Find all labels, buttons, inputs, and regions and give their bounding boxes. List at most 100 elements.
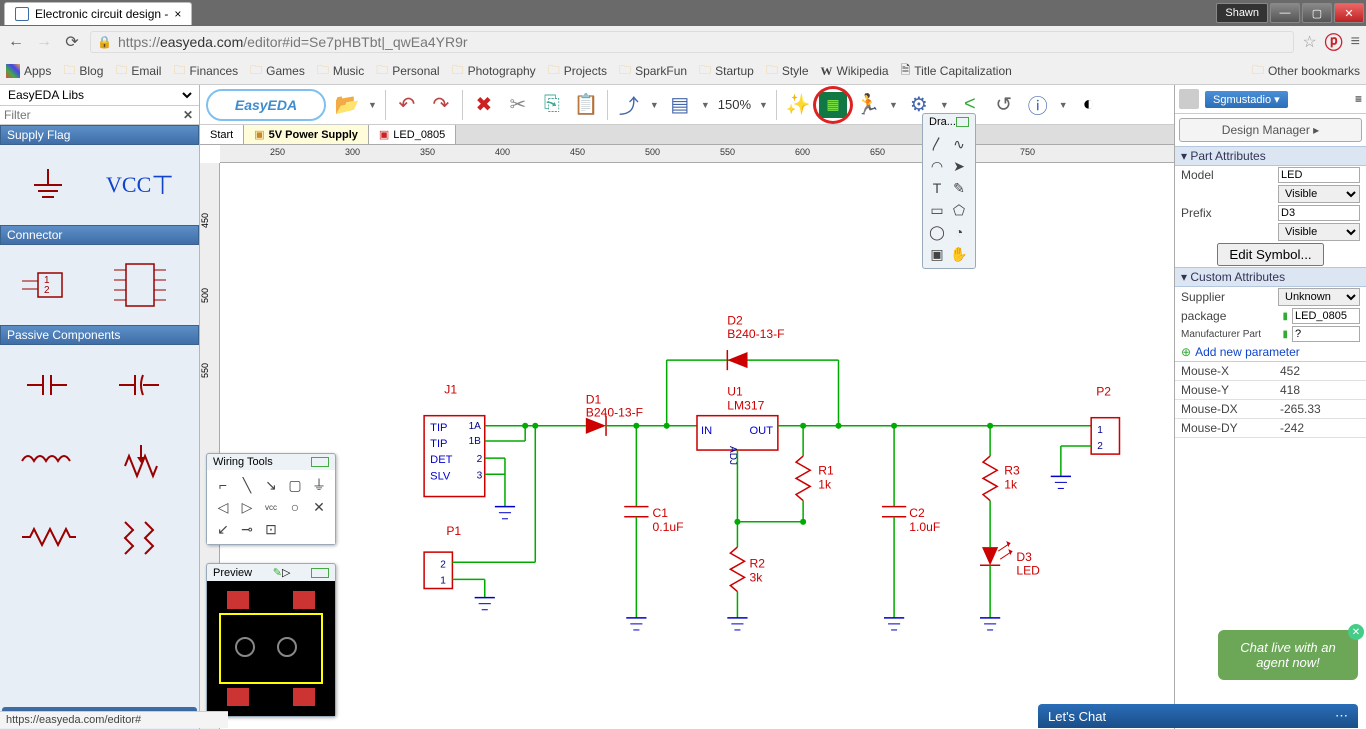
filter-clear-icon[interactable]: ✕	[177, 108, 199, 122]
image-tool[interactable]: ▣	[926, 243, 948, 265]
component-pot[interactable]	[96, 425, 184, 497]
component-inductor[interactable]	[4, 425, 92, 497]
wizard-icon[interactable]: ✨	[785, 92, 811, 118]
component-polcap[interactable]	[96, 349, 184, 421]
junction-tool[interactable]: ○	[283, 496, 307, 518]
wire-tool[interactable]: ⌐	[211, 474, 235, 496]
menu-icon[interactable]: ≡	[1355, 92, 1362, 106]
pin-tool[interactable]: ⊸	[235, 518, 259, 540]
contrast-icon[interactable]: ◐	[1076, 92, 1102, 118]
component-conn2[interactable]: 12	[4, 249, 92, 321]
window-maximize-button[interactable]: ▢	[1302, 3, 1332, 23]
history-icon[interactable]: ↺	[991, 92, 1017, 118]
vcc-tool[interactable]: vcc	[259, 496, 283, 518]
delete-icon[interactable]: ✖	[471, 92, 497, 118]
filter-input[interactable]	[0, 106, 177, 124]
component-vcc[interactable]: VCC⊤	[96, 149, 184, 221]
easyeda-logo[interactable]: EasyEDA	[206, 89, 326, 121]
ellipse-tool[interactable]: ◯	[926, 221, 948, 243]
bookmark-apps[interactable]: Apps	[6, 64, 51, 78]
wiring-tools-panel[interactable]: Wiring Tools ⌐ ╲ ↘ ▢ ⏚ ◁ ▷ vcc ○ ✕ ↙ ⊸ ⊡	[206, 453, 336, 545]
tab-led0805[interactable]: ▣LED_0805	[369, 125, 456, 144]
arrow-tool[interactable]: ➤	[948, 155, 970, 177]
edit-symbol-button[interactable]: Edit Symbol...	[1217, 243, 1323, 266]
pinterest-icon[interactable]: ⓟ	[1325, 29, 1343, 55]
bookmark-other[interactable]: 🗀Other bookmarks	[1252, 61, 1360, 82]
component-res[interactable]	[4, 501, 92, 573]
bookmark-folder[interactable]: 🗀Projects	[548, 61, 607, 82]
pcb-icon[interactable]: ▦	[819, 92, 847, 118]
address-bar[interactable]: 🔒 https://easyeda.com/editor#id=Se7pHBTb…	[90, 31, 1294, 53]
libs-header[interactable]: EasyEDA Libs	[0, 85, 199, 106]
copy-icon[interactable]: ⎘	[539, 92, 565, 118]
probe-tool[interactable]: ↙	[211, 518, 235, 540]
bus-tool[interactable]: ╲	[235, 474, 259, 496]
model-visibility-select[interactable]: Visible	[1278, 185, 1360, 203]
info-icon[interactable]: ⓘ	[1025, 92, 1051, 118]
bookmark-folder[interactable]: 🗀Photography	[452, 61, 536, 82]
chat-bubble[interactable]: Chat live with an agent now! ✕	[1218, 630, 1358, 680]
run-icon[interactable]: 🏃	[855, 92, 881, 118]
pan-tool[interactable]: ✋	[948, 243, 970, 265]
browser-tab[interactable]: Electronic circuit design - ×	[4, 2, 192, 25]
bookmark-star-icon[interactable]: ☆	[1302, 32, 1316, 52]
arrow-tool[interactable]: ◁	[211, 496, 235, 518]
curve-tool[interactable]: ∿	[948, 133, 970, 155]
place-icon[interactable]: ▷	[282, 566, 290, 579]
reload-button[interactable]: ⟳	[62, 32, 82, 52]
browser-menu-button[interactable]: ≡	[1351, 33, 1360, 51]
bookmark-folder[interactable]: 🗀Blog	[63, 61, 103, 82]
port-tool[interactable]: ▷	[235, 496, 259, 518]
tab-close-icon[interactable]: ×	[174, 7, 181, 21]
tab-power-supply[interactable]: ▣5V Power Supply	[244, 125, 369, 144]
bookmark-folder[interactable]: 🗀Music	[317, 61, 364, 82]
align-icon[interactable]: ▤	[667, 92, 693, 118]
bookmark-folder[interactable]: 🗀Finances	[173, 61, 238, 82]
section-supply-flag[interactable]: Supply Flag	[0, 125, 199, 145]
window-minimize-button[interactable]: —	[1270, 3, 1300, 23]
add-parameter-link[interactable]: ⊕Add new parameter	[1175, 343, 1366, 361]
bookmark-item[interactable]: WWikipedia	[821, 64, 889, 79]
freehand-tool[interactable]: ✎	[948, 177, 970, 199]
component-gnd[interactable]	[4, 149, 92, 221]
chat-menu-icon[interactable]: ⋯	[1335, 708, 1348, 724]
drawing-tools-panel[interactable]: Dra... 〳 ∿ ◠ ➤ T ✎ ▭ ⬠ ◯ ◔ ▣ ✋	[922, 113, 976, 269]
forward-button[interactable]: →	[34, 32, 54, 52]
component-res2[interactable]	[96, 501, 184, 573]
busentry-tool[interactable]: ↘	[259, 474, 283, 496]
bookmark-folder[interactable]: 🗀Style	[766, 61, 809, 82]
bookmark-folder[interactable]: 🗀Personal	[376, 61, 439, 82]
section-passive[interactable]: Passive Components	[0, 325, 199, 345]
group-tool[interactable]: ⊡	[259, 518, 283, 540]
zoom-label[interactable]: 150%	[718, 97, 751, 112]
pie-tool[interactable]: ◔	[948, 221, 970, 243]
tab-start[interactable]: Start	[200, 125, 244, 144]
arc-tool[interactable]: ◠	[926, 155, 948, 177]
bookmark-folder[interactable]: 🗀SparkFun	[619, 61, 687, 82]
section-connector[interactable]: Connector	[0, 225, 199, 245]
libs-select[interactable]: EasyEDA Libs	[4, 87, 195, 103]
model-input[interactable]	[1278, 167, 1360, 183]
user-menu[interactable]: Sgmustadio ▾	[1205, 91, 1288, 108]
back-button[interactable]: ←	[6, 32, 26, 52]
mfr-input[interactable]	[1292, 326, 1360, 342]
window-close-button[interactable]: ✕	[1334, 3, 1364, 23]
bookmark-item[interactable]: 🗎Title Capitalization	[901, 61, 1012, 82]
gnd-tool[interactable]: ⏚	[307, 474, 331, 496]
component-conn8[interactable]	[96, 249, 184, 321]
netlabel-tool[interactable]: ▢	[283, 474, 307, 496]
schematic-view[interactable]: J1 TIP TIP DET SLV 1A 1B 2 3	[220, 163, 1174, 729]
paste-icon[interactable]: 📋	[573, 92, 599, 118]
preview-panel[interactable]: Preview ✎ ▷	[206, 563, 336, 717]
bookmark-folder[interactable]: 🗀Startup	[699, 61, 754, 82]
text-tool[interactable]: T	[926, 177, 948, 199]
close-icon[interactable]: ✕	[1348, 624, 1364, 640]
prefix-visibility-select[interactable]: Visible	[1278, 223, 1360, 241]
open-icon[interactable]: 📂	[334, 92, 360, 118]
design-manager-button[interactable]: Design Manager ▸	[1179, 118, 1362, 142]
polyline-tool[interactable]: 〳	[926, 133, 948, 155]
edit-icon[interactable]: ✎	[273, 566, 282, 579]
redo-icon[interactable]: ↷	[428, 92, 454, 118]
bookmark-folder[interactable]: 🗀Email	[115, 61, 161, 82]
rotate-icon[interactable]: ⤴	[616, 92, 642, 118]
